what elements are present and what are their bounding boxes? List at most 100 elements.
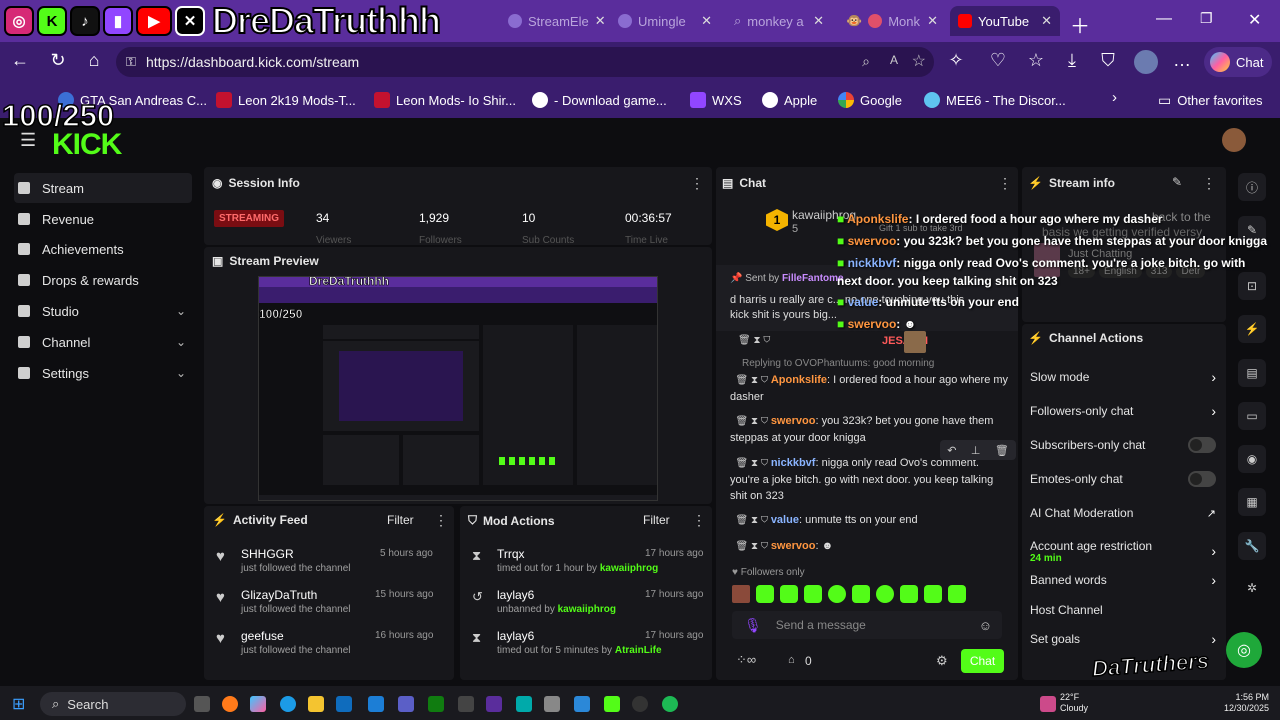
back-button[interactable]: ← bbox=[8, 50, 32, 71]
microphone-icon[interactable]: 🎙 bbox=[744, 617, 762, 634]
sidebar-item-stream[interactable]: Stream bbox=[14, 173, 192, 203]
address-bar[interactable]: ⚿ https://dashboard.kick.com/stream ⌕ A … bbox=[116, 47, 934, 77]
tab-youtube[interactable]: YouTube ✕ bbox=[950, 6, 1060, 36]
refresh-button[interactable]: ↻ bbox=[46, 50, 70, 71]
sidebar-item-channel[interactable]: Channel ⌄ bbox=[14, 327, 192, 357]
sidebar-item-drops[interactable]: Drops & rewards bbox=[14, 265, 192, 295]
feed-user[interactable]: SHHGGR bbox=[241, 547, 294, 561]
document-icon[interactable]: ▤ bbox=[1238, 359, 1266, 387]
system-clock[interactable]: 1:56 PM 12/30/2025 bbox=[1224, 692, 1269, 714]
app-icon[interactable] bbox=[516, 696, 532, 712]
close-icon[interactable]: ✕ bbox=[813, 13, 824, 29]
more-options-icon[interactable]: ⋮ bbox=[998, 175, 1012, 192]
mod-target[interactable]: laylay6 bbox=[497, 588, 534, 602]
kick-logo[interactable]: KICK bbox=[52, 128, 122, 162]
mail-icon[interactable] bbox=[368, 696, 384, 712]
broadcast-icon[interactable]: ◉ bbox=[1238, 445, 1266, 473]
slow-mode-action[interactable]: Slow mode › bbox=[1030, 367, 1216, 387]
browser-essentials-icon[interactable]: ♡ bbox=[986, 50, 1010, 71]
more-options-icon[interactable]: ⋮ bbox=[692, 512, 706, 529]
close-icon[interactable]: ✕ bbox=[1041, 13, 1052, 29]
zoom-icon[interactable]: ⌕ bbox=[862, 53, 870, 70]
favorite-link[interactable]: Leon 2k19 Mods-T... bbox=[216, 90, 356, 110]
settings-icon[interactable]: ✲ bbox=[1238, 574, 1266, 602]
close-window-button[interactable]: ✕ bbox=[1248, 10, 1261, 30]
chat-message[interactable]: 🗑 ⧗ ⛉ Aponkslife: I ordered food a hour … bbox=[730, 372, 1010, 405]
set-goals-action[interactable]: Set goals › bbox=[1030, 629, 1216, 649]
sidebar-item-settings[interactable]: Settings ⌄ bbox=[14, 358, 192, 388]
firefox-icon[interactable] bbox=[222, 696, 238, 712]
filter-button[interactable]: Filter bbox=[387, 513, 414, 527]
wrench-icon[interactable]: 🔧 bbox=[1238, 532, 1266, 560]
task-view-icon[interactable] bbox=[194, 696, 210, 712]
message-actions[interactable]: ↶ ⊥ 🗑 bbox=[940, 440, 1016, 460]
app-icon[interactable] bbox=[458, 696, 474, 712]
emotes-only-toggle[interactable]: Emotes-only chat bbox=[1030, 469, 1216, 489]
taskbar-search[interactable]: ⌕ Search bbox=[40, 692, 186, 716]
kick-icon[interactable] bbox=[604, 696, 620, 712]
subscribers-only-toggle[interactable]: Subscribers-only chat bbox=[1030, 435, 1216, 455]
tab-streamelements[interactable]: StreamEle ✕ bbox=[500, 6, 606, 36]
chat-message[interactable]: 🗑 ⧗ ⛉ nickkbvf: nigga only read Ovo's co… bbox=[730, 455, 1010, 504]
windows-start-icon[interactable]: ⊞ bbox=[12, 694, 25, 714]
favorite-link[interactable]: Google bbox=[838, 90, 902, 110]
restore-button[interactable]: ❐ bbox=[1200, 10, 1213, 27]
weather-widget[interactable]: 22°F Cloudy bbox=[1060, 692, 1088, 714]
send-chat-button[interactable]: Chat bbox=[961, 649, 1004, 673]
more-options-icon[interactable]: … bbox=[1170, 50, 1194, 71]
chevron-right-icon[interactable]: › bbox=[1112, 89, 1117, 106]
shield-icon[interactable]: ⛉ bbox=[1096, 50, 1120, 71]
new-tab-button[interactable]: ＋ bbox=[1070, 10, 1090, 39]
edge-icon[interactable] bbox=[280, 696, 296, 712]
points-icon[interactable]: ⁘∞ bbox=[736, 652, 756, 668]
favorite-link[interactable]: MEE6 - The Discor... bbox=[924, 90, 1066, 110]
support-chat-button[interactable]: ◎ bbox=[1226, 632, 1262, 668]
mod-target[interactable]: laylay6 bbox=[497, 629, 534, 643]
host-channel-action[interactable]: Host Channel bbox=[1030, 600, 1216, 620]
favorite-link[interactable]: WXS bbox=[690, 90, 742, 110]
ai-moderation-action[interactable]: AI Chat Moderation ↗ bbox=[1030, 503, 1216, 523]
info-icon[interactable]: ⓘ bbox=[1238, 173, 1266, 201]
outlook-icon[interactable] bbox=[336, 696, 352, 712]
site-info-icon[interactable]: ⚿ bbox=[126, 54, 136, 70]
filter-button[interactable]: Filter bbox=[643, 513, 670, 527]
edit-icon[interactable]: ✎ bbox=[1172, 175, 1182, 189]
emoji-icon[interactable]: ☺ bbox=[979, 618, 992, 633]
tab-monkey[interactable]: 🐵 Monk ✕ bbox=[838, 6, 946, 36]
preview-video[interactable]: 100/250 DreDaTruthhh bbox=[258, 276, 658, 501]
close-icon[interactable]: ✕ bbox=[701, 13, 712, 29]
tab-monkey-search[interactable]: ⌕ monkey a ✕ bbox=[726, 6, 832, 36]
followers-only-action[interactable]: Followers-only chat › bbox=[1030, 401, 1216, 421]
menu-icon[interactable]: ☰ bbox=[20, 130, 36, 151]
chat-input[interactable]: 🎙 Send a message ☺ bbox=[732, 611, 1002, 639]
more-options-icon[interactable]: ⋮ bbox=[1202, 175, 1216, 192]
sidebar-item-studio[interactable]: Studio ⌄ bbox=[14, 296, 192, 326]
emote-bar[interactable] bbox=[732, 583, 1008, 605]
lightning-icon[interactable]: ⚡ bbox=[1238, 315, 1266, 343]
chat-message[interactable]: 🗑 ⧗ ⛉ value: unmute tts on your end bbox=[730, 512, 1010, 529]
gear-icon[interactable]: ⚙ bbox=[936, 653, 948, 669]
favorite-link[interactable]: Apple bbox=[762, 90, 817, 110]
favorite-star-icon[interactable]: ☆ bbox=[912, 51, 926, 71]
copilot-button[interactable]: Chat bbox=[1204, 47, 1272, 77]
extensions-icon[interactable]: ✧ bbox=[944, 50, 968, 71]
profile-avatar[interactable] bbox=[1134, 50, 1158, 74]
close-icon[interactable]: ✕ bbox=[927, 13, 938, 29]
downloads-icon[interactable]: ⤓ bbox=[1060, 50, 1084, 71]
banned-words-action[interactable]: Banned words › bbox=[1030, 570, 1216, 590]
settings-icon[interactable] bbox=[544, 696, 560, 712]
favorite-link[interactable]: Leon Mods- Io Shir... bbox=[374, 90, 516, 110]
obs-icon[interactable] bbox=[632, 696, 648, 712]
server-icon[interactable]: ▦ bbox=[1238, 488, 1266, 516]
copilot-icon[interactable] bbox=[250, 696, 266, 712]
favorite-link[interactable]: - Download game... bbox=[532, 90, 667, 110]
feed-user[interactable]: geefuse bbox=[241, 629, 284, 643]
favorites-icon[interactable]: ☆ bbox=[1024, 50, 1048, 71]
account-age-action[interactable]: Account age restriction 24 min › bbox=[1030, 536, 1216, 566]
file-explorer-icon[interactable] bbox=[308, 696, 324, 712]
user-avatar[interactable] bbox=[1222, 128, 1246, 152]
other-favorites[interactable]: ▭ Other favorites bbox=[1158, 90, 1263, 110]
feed-user[interactable]: GlizayDaTruth bbox=[241, 588, 317, 602]
teams-icon[interactable] bbox=[398, 696, 414, 712]
xbox-icon[interactable] bbox=[428, 696, 444, 712]
